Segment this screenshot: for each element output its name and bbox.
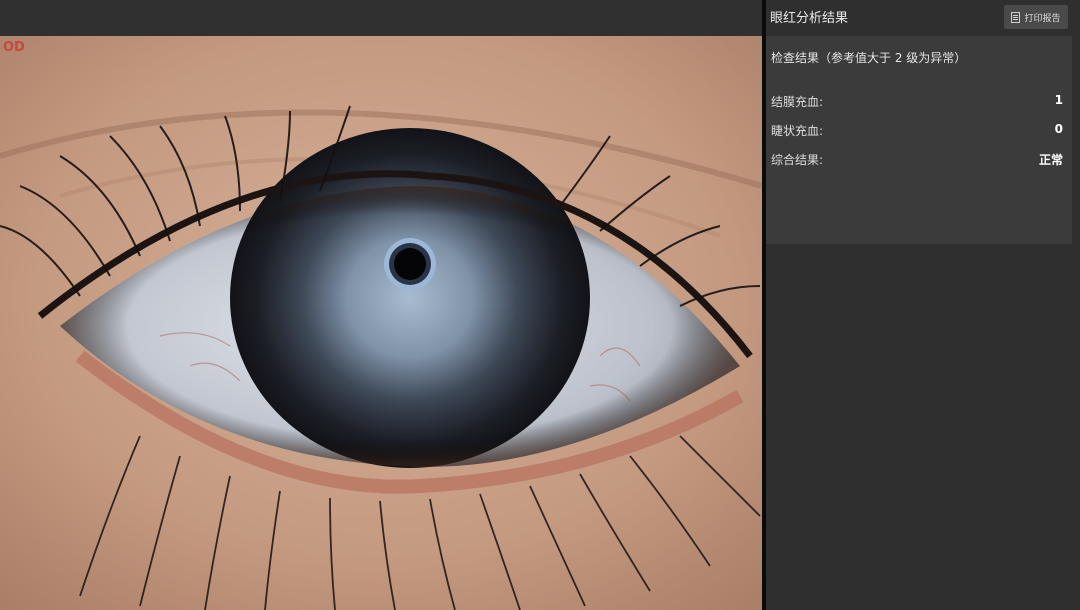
result-value: 0 [1054,122,1063,136]
result-row-overall: 综合结果: 正常 [771,151,1063,169]
result-row-ciliary: 睫状充血: 0 [771,122,1063,140]
image-toolbar [0,0,762,36]
result-card: 检查结果（参考值大于 2 级为异常） 结膜充血: 1 睫状充血: 0 综合结果:… [766,36,1072,244]
result-label: 结膜充血: [771,95,824,109]
print-report-button[interactable]: 打印报告 [1004,5,1068,29]
result-value: 1 [1054,93,1063,107]
eye-side-label: OD [3,40,25,55]
app-window: OD 眼红分析结果 打印报告 检查结果（参考值大于 2 级为异常） 结膜充血: … [0,0,1080,610]
panel-title: 眼红分析结果 [770,11,849,26]
result-value: 正常 [1038,153,1063,167]
result-label: 睫状充血: [771,124,824,138]
analysis-panel: 眼红分析结果 打印报告 检查结果（参考值大于 2 级为异常） 结膜充血: 1 睫… [766,0,1080,610]
result-heading: 检查结果（参考值大于 2 级为异常） [771,51,967,65]
print-report-label: 打印报告 [1024,13,1061,24]
document-icon [1011,11,1021,23]
panel-header: 眼红分析结果 打印报告 [766,0,1080,36]
result-label: 综合结果: [771,153,824,167]
result-row-conjunctival: 结膜充血: 1 [771,93,1063,111]
eye-image[interactable] [0,36,762,610]
image-viewer: OD [0,0,762,610]
